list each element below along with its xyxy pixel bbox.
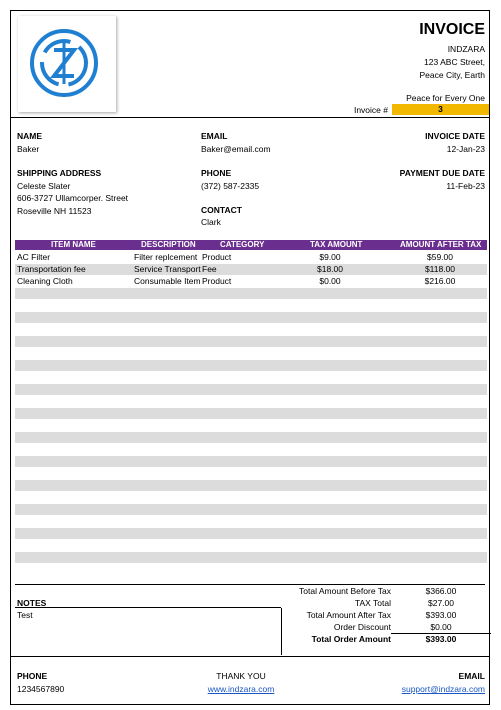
item-name: Cleaning Cloth: [17, 276, 73, 286]
empty-row-stripe: [15, 480, 487, 491]
col-amount-after-tax: AMOUNT AFTER TAX: [400, 240, 482, 249]
table-row: Transportation fee Service Transport Fee…: [15, 264, 487, 275]
footer-email-label: EMAIL: [458, 671, 485, 681]
total-order-amount-label: Total Order Amount: [311, 634, 391, 644]
invoice-title: INVOICE: [419, 21, 485, 38]
order-discount-value: $0.00: [430, 622, 452, 632]
company-address-line2: Peace City, Earth: [419, 70, 485, 80]
contact-label: CONTACT: [201, 205, 242, 215]
empty-row-stripe: [15, 432, 487, 443]
invoice-number-field[interactable]: 3: [392, 104, 489, 115]
invoice-date-label: INVOICE DATE: [425, 131, 485, 141]
header-divider: [11, 117, 489, 118]
item-tax: $0.00: [319, 276, 341, 286]
table-row: Cleaning Cloth Consumable Item Product $…: [15, 276, 487, 287]
company-name: INDZARA: [447, 44, 485, 54]
item-category: Fee: [202, 264, 217, 274]
total-order-amount-value: $393.00: [425, 634, 457, 644]
item-tax: $18.00: [317, 264, 343, 274]
item-description: Filter replcement: [134, 252, 198, 262]
email-label: EMAIL: [201, 131, 228, 141]
item-name: Transportation fee: [17, 264, 86, 274]
tax-total-label: TAX Total: [354, 598, 391, 608]
empty-row-stripe: [15, 528, 487, 539]
company-address-line1: 123 ABC Street,: [424, 57, 485, 67]
total-before-tax-label: Total Amount Before Tax: [299, 586, 391, 596]
empty-row-stripe: [15, 504, 487, 515]
phone-label: PHONE: [201, 168, 232, 178]
logo-mark-icon: [30, 29, 98, 97]
empty-row-stripe: [15, 360, 487, 371]
tax-total-value: $27.00: [428, 598, 454, 608]
empty-row-stripe: [15, 384, 487, 395]
company-logo: [18, 16, 116, 112]
item-category: Product: [202, 276, 232, 286]
col-category: CATEGORY: [220, 240, 265, 249]
table-bottom-divider: [15, 584, 485, 585]
payment-due-date: 11-Feb-23: [446, 181, 485, 191]
empty-row-stripe: [15, 552, 487, 563]
notes-divider: [281, 608, 282, 655]
shipping-address-line2: 606-3727 Ullamcorper. Street: [17, 193, 129, 203]
empty-row-stripe: [15, 336, 487, 347]
empty-row-stripe: [15, 408, 487, 419]
payment-due-label: PAYMENT DUE DATE: [399, 168, 485, 178]
item-name: AC Filter: [17, 252, 51, 262]
notes-text[interactable]: Test: [17, 610, 33, 620]
total-after-tax-label: Total Amount After Tax: [306, 610, 391, 620]
invoice-date: 12-Jan-23: [446, 144, 485, 154]
items-table-header: ITEM NAME DESCRIPTION CATEGORY TAX AMOUN…: [15, 240, 487, 250]
contact-name: Clark: [201, 217, 221, 227]
empty-row-stripe: [15, 312, 487, 323]
notes-top-rule: [15, 607, 281, 608]
empty-row-stripe: [15, 456, 487, 467]
col-item-name: ITEM NAME: [51, 240, 96, 249]
customer-email: Baker@email.com: [201, 144, 271, 154]
item-description: Consumable Item: [134, 276, 201, 286]
item-after-tax: $118.00: [424, 264, 456, 274]
order-discount-label: Order Discount: [333, 622, 391, 632]
shipping-address-line3: Roseville NH 11523: [17, 206, 92, 216]
footer-phone-label: PHONE: [17, 671, 48, 681]
item-category: Product: [202, 252, 232, 262]
item-tax: $9.00: [319, 252, 341, 262]
total-after-tax-value: $393.00: [425, 610, 457, 620]
shipping-address-label: SHIPPING ADDRESS: [17, 168, 102, 178]
empty-row-stripe: [15, 288, 487, 299]
item-after-tax: $216.00: [424, 276, 456, 286]
item-description: Service Transport: [134, 264, 201, 274]
website-link[interactable]: www.indzara.com: [201, 684, 281, 694]
col-description: DESCRIPTION: [141, 240, 196, 249]
thank-you-text: THANK YOU: [216, 671, 266, 681]
item-after-tax: $59.00: [427, 252, 453, 262]
company-tagline: Peace for Every One: [406, 93, 485, 103]
footer-phone: 1234567890: [17, 684, 65, 694]
table-row: AC Filter Filter replcement Product $9.0…: [15, 252, 487, 263]
col-tax-amount: TAX AMOUNT: [310, 240, 363, 249]
invoice-page: INVOICE INDZARA 123 ABC Street, Peace Ci…: [10, 10, 491, 705]
support-email-link[interactable]: support@indzara.com: [402, 684, 485, 694]
shipping-address-line1: Celeste Slater: [17, 181, 71, 191]
footer-divider: [11, 656, 489, 657]
total-before-tax-value: $366.00: [425, 586, 457, 596]
customer-name: Baker: [17, 144, 40, 154]
invoice-number-label: Invoice #: [353, 105, 388, 115]
customer-phone: (372) 587-2335: [201, 181, 260, 191]
name-label: NAME: [17, 131, 43, 141]
